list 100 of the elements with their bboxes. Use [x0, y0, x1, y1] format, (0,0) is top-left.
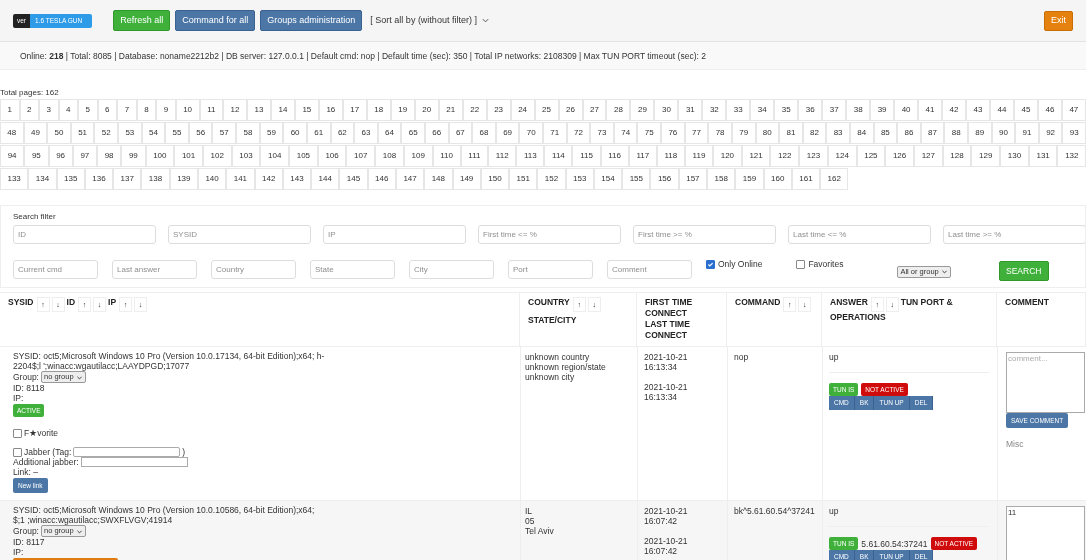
page-link[interactable]: 8	[136, 99, 157, 121]
page-link[interactable]: 22	[462, 99, 487, 121]
page-link[interactable]: 133	[0, 168, 29, 190]
page-link[interactable]: 15	[294, 99, 319, 121]
page-link[interactable]: 94	[0, 145, 25, 167]
page-link[interactable]: 142	[254, 168, 283, 190]
page-link[interactable]: 139	[169, 168, 198, 190]
page-link[interactable]: 123	[799, 145, 828, 167]
page-link[interactable]: 62	[330, 122, 355, 144]
page-link[interactable]: 137	[113, 168, 142, 190]
page-link[interactable]: 12	[223, 99, 247, 121]
comment-field[interactable]: 11	[1006, 506, 1085, 560]
page-link[interactable]: 53	[118, 122, 142, 144]
page-link[interactable]: 43	[966, 99, 990, 121]
page-link[interactable]: 130	[1000, 145, 1029, 167]
page-link[interactable]: 100	[145, 145, 175, 167]
page-link[interactable]: 90	[991, 122, 1016, 144]
page-link[interactable]: 60	[283, 122, 307, 144]
page-link[interactable]: 132	[1057, 145, 1086, 167]
page-link[interactable]: 150	[480, 168, 510, 190]
page-link[interactable]: 156	[650, 168, 679, 190]
page-link[interactable]: 84	[849, 122, 874, 144]
page-link[interactable]: 101	[174, 145, 203, 167]
page-link[interactable]: 49	[23, 122, 48, 144]
page-link[interactable]: 18	[366, 99, 391, 121]
page-link[interactable]: 14	[270, 99, 295, 121]
page-link[interactable]: 61	[306, 122, 331, 144]
page-link[interactable]: 86	[897, 122, 921, 144]
page-link[interactable]: 138	[141, 168, 170, 190]
page-link[interactable]: 128	[942, 145, 972, 167]
page-link[interactable]: 148	[424, 168, 453, 190]
page-link[interactable]: 51	[70, 122, 95, 144]
filter-field[interactable]: Last time >= %	[943, 225, 1085, 244]
page-link[interactable]: 118	[656, 145, 685, 167]
page-link[interactable]: 145	[339, 168, 368, 190]
filter-field[interactable]: State	[310, 259, 395, 279]
page-link[interactable]: 50	[47, 122, 71, 144]
page-link[interactable]: 159	[735, 168, 764, 190]
page-link[interactable]: 28	[606, 99, 631, 121]
page-link[interactable]: 13	[246, 99, 271, 121]
page-link[interactable]: 96	[48, 145, 73, 167]
page-link[interactable]: 44	[990, 99, 1014, 121]
page-link[interactable]: 42	[942, 99, 966, 121]
page-link[interactable]: 152	[537, 168, 566, 190]
page-link[interactable]: 38	[846, 99, 871, 121]
page-link[interactable]: 126	[885, 145, 914, 167]
page-link[interactable]: 144	[311, 168, 340, 190]
page-link[interactable]: 119	[684, 145, 714, 167]
page-link[interactable]: 56	[188, 122, 213, 144]
page-link[interactable]: 55	[165, 122, 189, 144]
page-link[interactable]: 16	[318, 99, 343, 121]
filter-field[interactable]: Comment	[607, 259, 692, 279]
page-link[interactable]: 1	[0, 99, 20, 121]
page-link[interactable]: 25	[534, 99, 559, 121]
page-link[interactable]: 104	[260, 145, 289, 167]
filter-field[interactable]: ID	[13, 225, 156, 244]
page-link[interactable]: 121	[741, 145, 771, 167]
page-link[interactable]: 93	[1062, 122, 1086, 144]
page-link[interactable]: 36	[798, 99, 823, 121]
filter-field[interactable]: First time >= %	[633, 225, 776, 244]
page-link[interactable]: 66	[424, 122, 449, 144]
comment-field[interactable]: comment...	[1006, 352, 1085, 413]
page-link[interactable]: 117	[628, 145, 657, 167]
page-link[interactable]: 120	[713, 145, 742, 167]
page-link[interactable]: 78	[708, 122, 732, 144]
page-link[interactable]: 57	[212, 122, 237, 144]
page-link[interactable]: 109	[403, 145, 433, 167]
page-link[interactable]: 19	[390, 99, 415, 121]
filter-field[interactable]: SYSID	[168, 225, 311, 244]
filter-field[interactable]: Current cmd	[13, 259, 98, 279]
page-link[interactable]: 155	[622, 168, 651, 190]
page-link[interactable]: 107	[346, 145, 376, 167]
page-link[interactable]: 58	[236, 122, 260, 144]
page-link[interactable]: 35	[774, 99, 799, 121]
page-link[interactable]: 95	[24, 145, 49, 167]
page-link[interactable]: 136	[84, 168, 114, 190]
page-link[interactable]: 27	[582, 99, 607, 121]
page-link[interactable]: 92	[1038, 122, 1063, 144]
page-link[interactable]: 34	[750, 99, 775, 121]
page-link[interactable]: 91	[1015, 122, 1039, 144]
page-link[interactable]: 124	[827, 145, 857, 167]
page-link[interactable]: 161	[791, 168, 821, 190]
page-link[interactable]: 80	[755, 122, 780, 144]
page-link[interactable]: 112	[488, 145, 517, 167]
page-link[interactable]: 141	[226, 168, 255, 190]
page-link[interactable]: 32	[702, 99, 727, 121]
page-link[interactable]: 111	[460, 145, 489, 167]
filter-field[interactable]: Last answer	[112, 259, 197, 279]
page-link[interactable]: 48	[0, 122, 24, 144]
page-link[interactable]: 134	[28, 168, 57, 190]
page-link[interactable]: 81	[779, 122, 803, 144]
toolbar-button[interactable]: Command for all	[175, 10, 256, 31]
page-link[interactable]: 153	[565, 168, 594, 190]
page-link[interactable]: 47	[1061, 99, 1086, 121]
page-link[interactable]: 21	[438, 99, 463, 121]
page-link[interactable]: 75	[637, 122, 662, 144]
toolbar-button[interactable]: Groups administration	[260, 10, 363, 31]
page-link[interactable]: 41	[918, 99, 943, 121]
page-link[interactable]: 73	[590, 122, 614, 144]
page-link[interactable]: 69	[495, 122, 520, 144]
